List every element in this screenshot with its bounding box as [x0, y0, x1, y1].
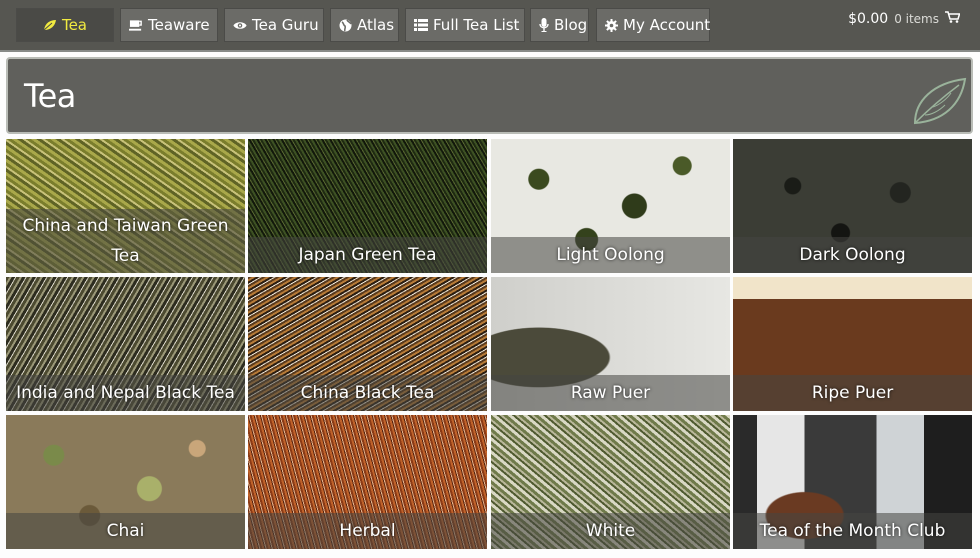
microphone-icon [539, 18, 549, 32]
nav-my-account-label: My Account [623, 16, 711, 34]
nav-my-account-button[interactable]: My Account [596, 8, 710, 42]
category-tile-china-taiwan-green[interactable]: China and Taiwan Green Tea [6, 139, 245, 273]
category-tile-raw-puer[interactable]: Raw Puer [491, 277, 730, 411]
nav-atlas-label: Atlas [357, 16, 395, 34]
category-tile-tea-of-the-month-club[interactable]: Tea of the Month Club [733, 415, 972, 549]
nav-tea-button[interactable]: Tea [16, 8, 114, 42]
page-title: Tea [24, 77, 76, 115]
top-navigation-bar: Tea Teaware Tea Guru Atlas Full Tea List… [0, 0, 980, 52]
page-header-panel: Tea [6, 57, 973, 134]
category-label: Ripe Puer [733, 375, 972, 411]
category-label: Dark Oolong [733, 237, 972, 273]
nav-tea-label: Tea [61, 16, 88, 34]
nav-full-tea-list-button[interactable]: Full Tea List [405, 8, 525, 42]
tea-category-grid: China and Taiwan Green Tea Japan Green T… [6, 139, 974, 553]
leaf-logo-icon [913, 77, 967, 125]
gear-icon [605, 18, 618, 32]
cart-summary[interactable]: $0.00 0 items [848, 10, 961, 28]
category-tile-india-nepal-black[interactable]: India and Nepal Black Tea [6, 277, 245, 411]
category-label: Chai [6, 513, 245, 549]
category-label: Raw Puer [491, 375, 730, 411]
nav-atlas-button[interactable]: Atlas [330, 8, 399, 42]
category-label: India and Nepal Black Tea [6, 375, 245, 411]
category-tile-light-oolong[interactable]: Light Oolong [491, 139, 730, 273]
nav-blog-button[interactable]: Blog [530, 8, 589, 42]
leaf-icon [43, 18, 57, 32]
nav-tea-guru-label: Tea Guru [252, 16, 319, 34]
list-icon [414, 18, 428, 32]
category-label: China Black Tea [248, 375, 487, 411]
nav-teaware-button[interactable]: Teaware [120, 8, 218, 42]
nav-full-tea-list-label: Full Tea List [433, 16, 520, 34]
globe-icon [339, 18, 352, 32]
category-tile-japan-green[interactable]: Japan Green Tea [248, 139, 487, 273]
category-tile-china-black[interactable]: China Black Tea [248, 277, 487, 411]
nav-teaware-label: Teaware [148, 16, 210, 34]
category-label: Japan Green Tea [248, 237, 487, 273]
nav-blog-label: Blog [554, 16, 588, 34]
category-tile-white[interactable]: White [491, 415, 730, 549]
category-label: China and Taiwan Green Tea [6, 209, 245, 273]
nav-tea-guru-button[interactable]: Tea Guru [224, 8, 324, 42]
category-tile-chai[interactable]: Chai [6, 415, 245, 549]
cart-icon [945, 11, 961, 27]
category-label: Herbal [248, 513, 487, 549]
cart-item-count: 0 items [894, 12, 939, 26]
category-tile-herbal[interactable]: Herbal [248, 415, 487, 549]
cart-total: $0.00 [848, 11, 889, 27]
category-tile-ripe-puer[interactable]: Ripe Puer [733, 277, 972, 411]
teacup-icon [129, 18, 143, 32]
category-label: Tea of the Month Club [733, 513, 972, 549]
category-label: White [491, 513, 730, 549]
eye-icon [233, 18, 247, 32]
category-label: Light Oolong [491, 237, 730, 273]
category-tile-dark-oolong[interactable]: Dark Oolong [733, 139, 972, 273]
